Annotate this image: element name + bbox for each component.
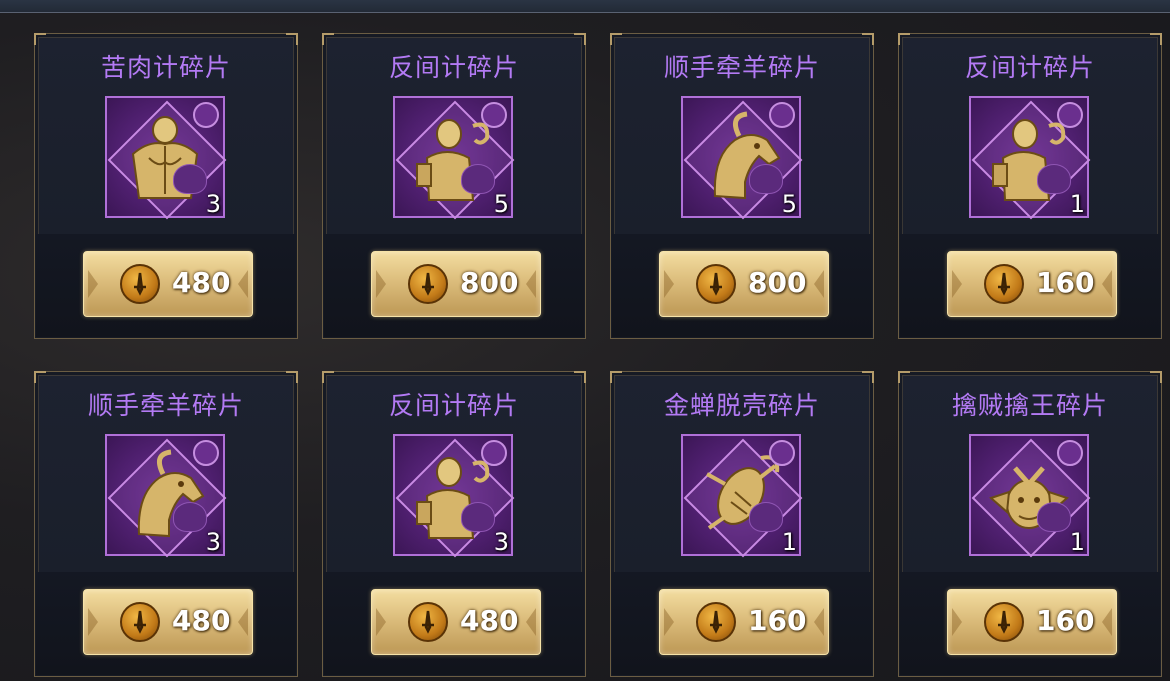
shop-card[interactable]: 顺手牵羊碎片 3 480: [34, 371, 298, 677]
chevron-left-icon: [664, 608, 674, 636]
item-title: 顺手牵羊碎片: [663, 53, 820, 82]
corner-circle: [1057, 102, 1083, 128]
coin-sword-icon: [984, 264, 1024, 304]
chevron-right-icon: [814, 270, 824, 298]
chevron-left-icon: [952, 270, 962, 298]
price-area: 480: [324, 572, 584, 675]
fragment-icon: [749, 164, 783, 194]
shop-card[interactable]: 反间计碎片 1 160: [898, 33, 1162, 339]
price-value: 480: [172, 266, 231, 299]
item-count: 3: [205, 528, 221, 556]
coin-sword-icon: [408, 264, 448, 304]
item-count: 3: [205, 190, 221, 218]
fragment-icon: [1037, 502, 1071, 532]
chevron-right-icon: [1102, 608, 1112, 636]
item-count: 5: [493, 190, 509, 218]
chevron-left-icon: [376, 270, 386, 298]
buy-button[interactable]: 800: [659, 251, 829, 317]
price-value: 800: [460, 266, 519, 299]
coin-sword-icon: [696, 602, 736, 642]
chevron-left-icon: [88, 270, 98, 298]
chevron-right-icon: [238, 270, 248, 298]
item-icon[interactable]: 5: [681, 96, 803, 220]
corner-circle: [481, 440, 507, 466]
item-title: 金蝉脱壳碎片: [663, 391, 820, 420]
fragment-icon: [173, 164, 207, 194]
shop-card[interactable]: 反间计碎片 3 480: [322, 371, 586, 677]
price-area: 480: [36, 572, 296, 675]
shop-card[interactable]: 擒贼擒王碎片 1 160: [898, 371, 1162, 677]
price-area: 160: [612, 572, 872, 675]
item-count: 1: [1069, 190, 1085, 218]
top-bar: [0, 0, 1170, 13]
shop-card[interactable]: 苦肉计碎片 3 480: [34, 33, 298, 339]
buy-button[interactable]: 160: [947, 251, 1117, 317]
item-title: 反间计碎片: [388, 391, 519, 420]
item-count: 5: [781, 190, 797, 218]
item-title: 苦肉计碎片: [100, 53, 231, 82]
item-title: 擒贼擒王碎片: [951, 391, 1108, 420]
buy-button[interactable]: 480: [83, 251, 253, 317]
item-icon[interactable]: 5: [393, 96, 515, 220]
fragment-icon: [173, 502, 207, 532]
price-area: 160: [900, 234, 1160, 337]
shop-card[interactable]: 金蝉脱壳碎片 1 160: [610, 371, 874, 677]
shop-card[interactable]: 反间计碎片 5 800: [322, 33, 586, 339]
item-icon[interactable]: 3: [105, 434, 227, 558]
item-title: 反间计碎片: [964, 53, 1095, 82]
fragment-icon: [1037, 164, 1071, 194]
buy-button[interactable]: 160: [947, 589, 1117, 655]
item-title: 顺手牵羊碎片: [87, 391, 244, 420]
chevron-right-icon: [814, 608, 824, 636]
corner-circle: [769, 102, 795, 128]
buy-button[interactable]: 160: [659, 589, 829, 655]
item-icon[interactable]: 3: [393, 434, 515, 558]
coin-sword-icon: [696, 264, 736, 304]
buy-button[interactable]: 480: [83, 589, 253, 655]
coin-sword-icon: [408, 602, 448, 642]
chevron-left-icon: [664, 270, 674, 298]
corner-circle: [193, 440, 219, 466]
buy-button[interactable]: 480: [371, 589, 541, 655]
corner-circle: [193, 102, 219, 128]
price-value: 160: [748, 604, 807, 637]
price-area: 160: [900, 572, 1160, 675]
coin-sword-icon: [120, 602, 160, 642]
fragment-icon: [749, 502, 783, 532]
item-title: 反间计碎片: [388, 53, 519, 82]
item-icon[interactable]: 1: [969, 96, 1091, 220]
shop-card[interactable]: 顺手牵羊碎片 5 800: [610, 33, 874, 339]
price-area: 800: [612, 234, 872, 337]
chevron-right-icon: [526, 270, 536, 298]
price-value: 480: [460, 604, 519, 637]
corner-circle: [481, 102, 507, 128]
chevron-left-icon: [952, 608, 962, 636]
item-count: 1: [1069, 528, 1085, 556]
item-icon[interactable]: 1: [969, 434, 1091, 558]
fragment-icon: [461, 164, 495, 194]
coin-sword-icon: [120, 264, 160, 304]
chevron-left-icon: [376, 608, 386, 636]
item-icon[interactable]: 1: [681, 434, 803, 558]
fragment-icon: [461, 502, 495, 532]
price-value: 160: [1036, 604, 1095, 637]
corner-circle: [1057, 440, 1083, 466]
item-icon[interactable]: 3: [105, 96, 227, 220]
price-area: 480: [36, 234, 296, 337]
item-count: 3: [493, 528, 509, 556]
coin-sword-icon: [984, 602, 1024, 642]
price-value: 480: [172, 604, 231, 637]
price-value: 160: [1036, 266, 1095, 299]
buy-button[interactable]: 800: [371, 251, 541, 317]
chevron-right-icon: [1102, 270, 1112, 298]
price-value: 800: [748, 266, 807, 299]
chevron-left-icon: [88, 608, 98, 636]
corner-circle: [769, 440, 795, 466]
shop-grid: 苦肉计碎片 3 480 反间计碎片 5 800 顺手牵羊碎片 5 800 反间计…: [34, 33, 1162, 677]
chevron-right-icon: [238, 608, 248, 636]
item-count: 1: [781, 528, 797, 556]
price-area: 800: [324, 234, 584, 337]
chevron-right-icon: [526, 608, 536, 636]
